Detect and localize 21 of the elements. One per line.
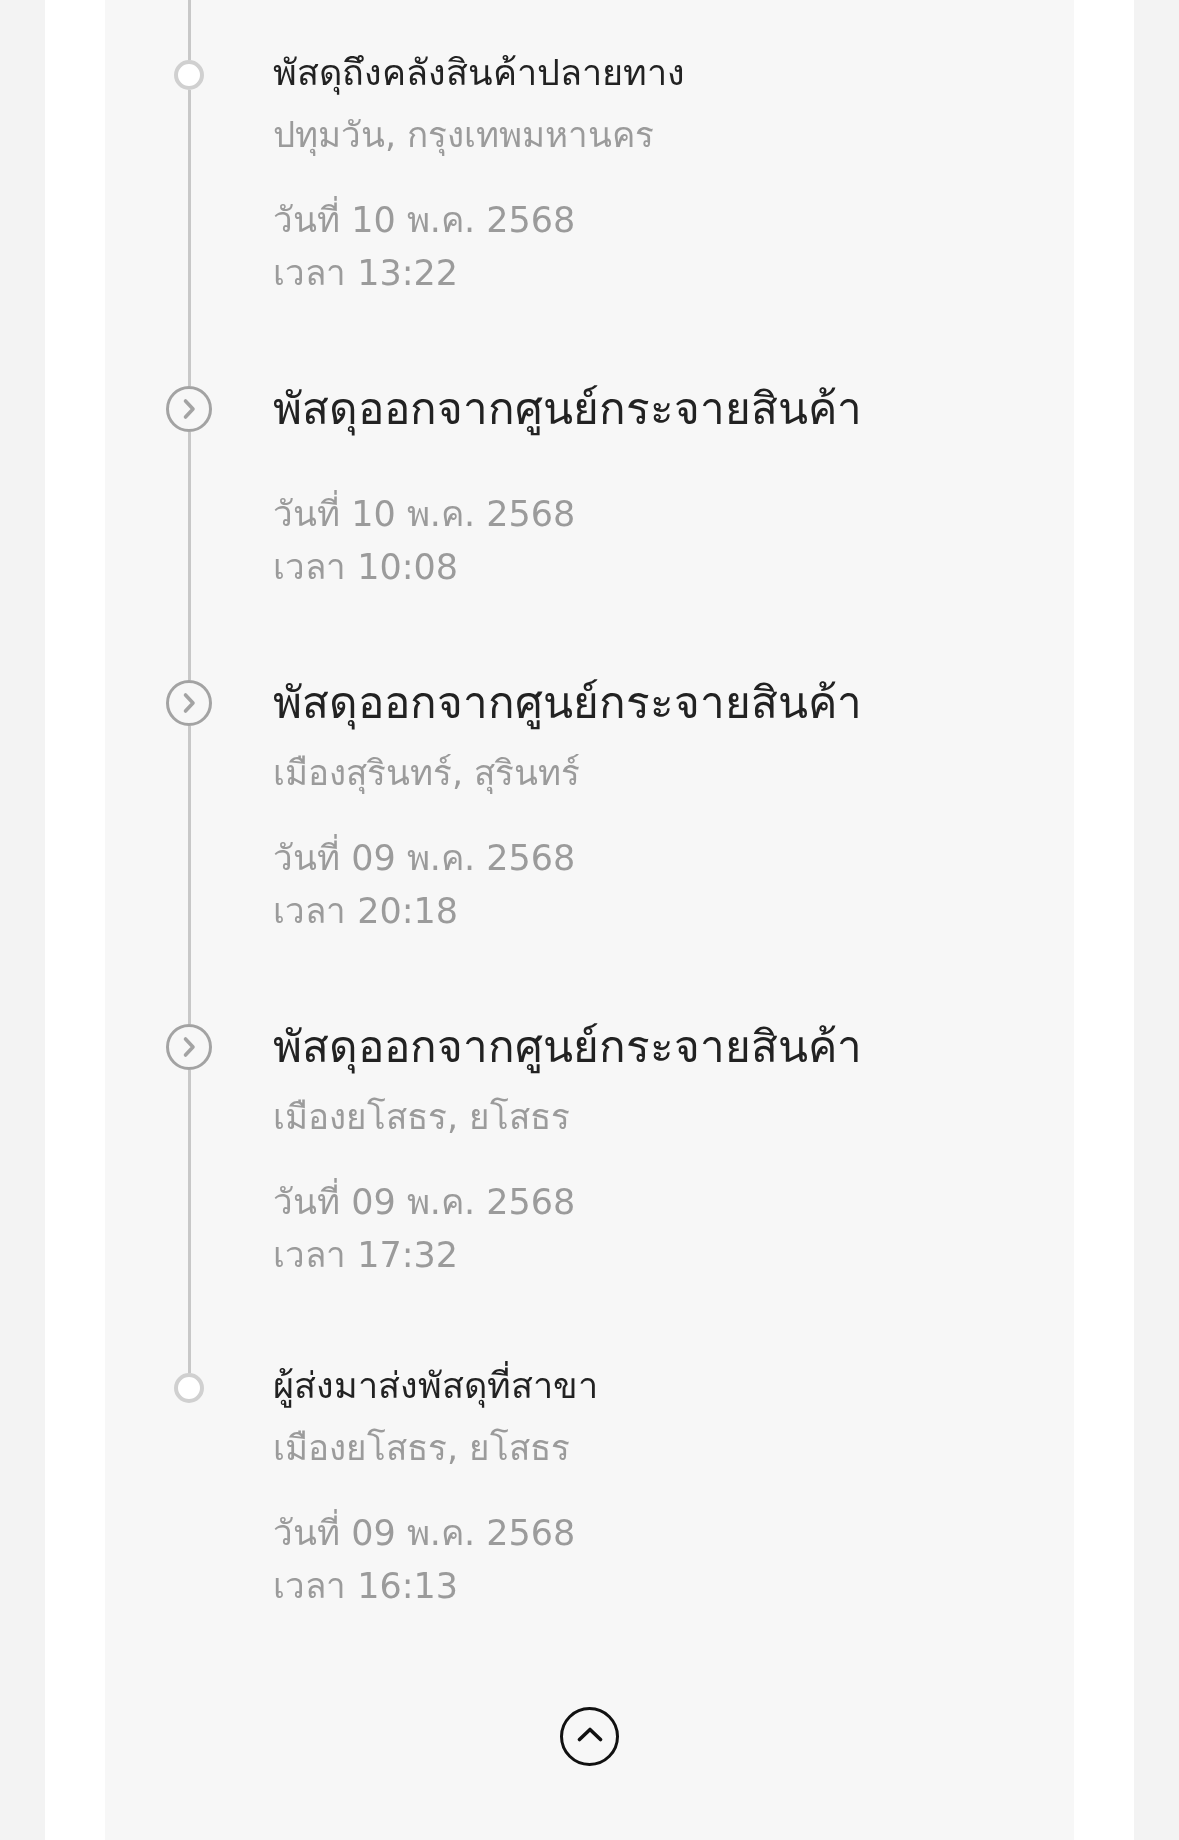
event-time: เวลา 20:18 [273,890,458,933]
event-location: เมืองยโสธร, ยโสธร [273,1427,571,1470]
event-time: เวลา 17:32 [273,1234,458,1277]
event-date: วันที่ 09 พ.ค. 2568 [273,1507,576,1560]
event-title: พัสดุออกจากศูนย์กระจายสินค้า [273,382,862,438]
event-time: เวลา 16:13 [273,1565,458,1608]
event-location: เมืองยโสธร, ยโสธร [273,1096,571,1139]
event-date: วันที่ 10 พ.ค. 2568 [273,488,576,541]
event-date: วันที่ 09 พ.ค. 2568 [273,1176,576,1229]
event-title: พัสดุออกจากศูนย์กระจายสินค้า [273,676,862,732]
event-title: พัสดุถึงคลังสินค้าปลายทาง [273,51,685,97]
scroll-top-button[interactable] [560,1707,619,1766]
event-title: พัสดุออกจากศูนย์กระจายสินค้า [273,1020,862,1076]
event-location: เมืองสุรินทร์, สุรินทร์ [273,752,581,796]
event-location: ปทุมวัน, กรุงเทพมหานคร [273,114,655,158]
event-time: เวลา 13:22 [273,252,458,295]
event-date: วันที่ 10 พ.ค. 2568 [273,194,576,247]
chevron-up-icon [576,1727,603,1742]
event-date: วันที่ 09 พ.ค. 2568 [273,832,576,885]
event-title: ผู้ส่งมาส่งพัสดุที่สาขา [273,1361,598,1411]
event-time: เวลา 10:08 [273,546,458,589]
